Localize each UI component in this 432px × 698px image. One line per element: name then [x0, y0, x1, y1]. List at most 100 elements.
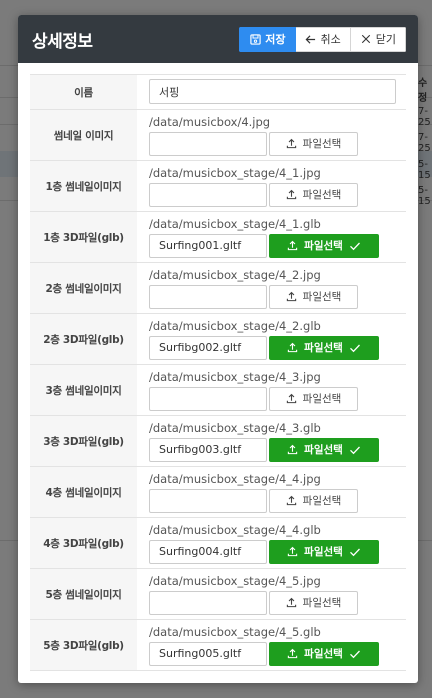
file-row: 1층 썸네일이미지/data/musicbox_stage/4_1.jpg 파일선… — [30, 160, 406, 212]
file-field-cell: /data/musicbox_stage/4_5.glb Surfing005.g… — [137, 619, 406, 671]
check-icon — [349, 546, 361, 558]
file-name-field[interactable]: Surfing004.gltf — [149, 539, 267, 564]
file-row-label: 3층 썸네일이미지 — [30, 364, 137, 416]
file-field-cell: /data/musicbox_stage/4_5.jpg 파일선택 — [137, 568, 406, 620]
file-row: 썸네일 이미지/data/musicbox/4.jpg 파일선택 — [30, 109, 406, 161]
file-field-cell: /data/musicbox_stage/4_4.glb Surfing004.g… — [137, 517, 406, 569]
file-row: 4층 3D파일(glb)/data/musicbox_stage/4_4.glb… — [30, 517, 406, 569]
close-button-label: 닫기 — [375, 33, 396, 46]
file-select-button[interactable]: 파일선택 — [269, 437, 379, 462]
upload-icon — [287, 648, 298, 659]
file-select-button[interactable]: 파일선택 — [269, 131, 358, 156]
upload-icon — [286, 291, 297, 302]
name-label: 이름 — [30, 74, 137, 110]
bg-cell: 5-15 — [418, 185, 431, 207]
file-field-cell: /data/musicbox_stage/4_1.glb Surfing001.g… — [137, 211, 406, 263]
name-field-cell: 서핑 — [137, 74, 406, 110]
file-input-group: 파일선택 — [149, 284, 406, 309]
file-select-label: 파일선택 — [302, 393, 342, 405]
file-name-field[interactable]: Surfibg002.gltf — [149, 335, 267, 360]
file-select-button[interactable]: 파일선택 — [269, 539, 379, 564]
close-icon — [360, 33, 372, 45]
file-field-cell: /data/musicbox_stage/4_3.jpg 파일선택 — [137, 364, 406, 416]
file-path: /data/musicbox_stage/4_1.glb — [149, 216, 321, 231]
modal-body: 이름 서핑 썸네일 이미지/data/musicbox/4.jpg 파일선택 1층 … — [18, 63, 418, 671]
file-path: /data/musicbox_stage/4_2.glb — [149, 318, 321, 333]
file-name-field[interactable] — [149, 131, 267, 156]
file-path: /data/musicbox_stage/4_3.glb — [149, 420, 321, 435]
cancel-button[interactable]: 취소 — [295, 26, 351, 52]
upload-icon — [286, 495, 297, 506]
file-select-button[interactable]: 파일선택 — [269, 182, 358, 207]
file-select-label: 파일선택 — [304, 546, 343, 558]
file-select-button[interactable]: 파일선택 — [269, 335, 379, 360]
file-name-field[interactable] — [149, 284, 267, 309]
file-path: /data/musicbox/4.jpg — [149, 114, 271, 129]
file-name-field[interactable] — [149, 488, 267, 513]
file-input-group: Surfibg002.gltf 파일선택 — [149, 335, 406, 360]
file-row-label: 5층 썸네일이미지 — [30, 568, 137, 620]
upload-icon — [287, 444, 298, 455]
file-row: 5층 3D파일(glb)/data/musicbox_stage/4_5.glb… — [30, 619, 406, 671]
check-icon — [349, 342, 361, 354]
file-row-label: 2층 3D파일(glb) — [30, 313, 137, 365]
file-select-button[interactable]: 파일선택 — [269, 590, 358, 615]
name-row: 이름 서핑 — [30, 74, 406, 110]
upload-icon — [286, 597, 297, 608]
file-row-label: 1층 썸네일이미지 — [30, 160, 137, 212]
check-icon — [349, 444, 361, 456]
upload-icon — [287, 240, 298, 251]
file-path: /data/musicbox_stage/4_4.jpg — [149, 471, 321, 486]
file-name-field[interactable] — [149, 182, 267, 207]
detail-modal: 상세정보 저장 취소 닫기 이름 서핑 썸네일 이미지 /data/musicb… — [18, 15, 418, 683]
check-icon — [349, 240, 361, 252]
file-name-field[interactable] — [149, 590, 267, 615]
file-field-cell: /data/musicbox/4.jpg 파일선택 — [137, 109, 406, 161]
check-icon — [349, 648, 361, 660]
save-button[interactable]: 저장 — [239, 26, 296, 52]
file-input-group: Surfibg003.gltf 파일선택 — [149, 437, 406, 462]
file-field-cell: /data/musicbox_stage/4_2.jpg 파일선택 — [137, 262, 406, 314]
upload-icon — [286, 189, 297, 200]
upload-icon — [286, 393, 297, 404]
file-select-button[interactable]: 파일선택 — [269, 641, 379, 666]
upload-icon — [286, 138, 297, 149]
upload-icon — [287, 342, 298, 353]
file-row: 3층 썸네일이미지/data/musicbox_stage/4_3.jpg 파일선… — [30, 364, 406, 416]
bg-column-header: 수정 — [418, 78, 428, 104]
file-select-label: 파일선택 — [302, 495, 342, 507]
file-name-field[interactable] — [149, 386, 267, 411]
file-row-label: 4층 3D파일(glb) — [30, 517, 137, 569]
file-select-button[interactable]: 파일선택 — [269, 284, 358, 309]
file-row-label: 4층 썸네일이미지 — [30, 466, 137, 518]
file-row-label: 썸네일 이미지 — [30, 109, 137, 161]
header-button-group: 저장 취소 닫기 — [239, 26, 406, 52]
close-button[interactable]: 닫기 — [350, 26, 406, 52]
cancel-button-label: 취소 — [320, 33, 341, 46]
file-select-label: 파일선택 — [304, 240, 343, 252]
bg-cell: 5-15 — [418, 159, 431, 181]
file-input-group: 파일선택 — [149, 131, 406, 156]
file-name-field[interactable]: Surfibg003.gltf — [149, 437, 267, 462]
save-icon — [249, 33, 261, 45]
file-input-group: 파일선택 — [149, 590, 406, 615]
file-select-label: 파일선택 — [304, 444, 343, 456]
upload-icon — [287, 546, 298, 557]
file-input-group: 파일선택 — [149, 182, 406, 207]
file-row: 2층 썸네일이미지/data/musicbox_stage/4_2.jpg 파일선… — [30, 262, 406, 314]
file-select-button[interactable]: 파일선택 — [269, 386, 358, 411]
name-input[interactable]: 서핑 — [149, 79, 396, 104]
file-path: /data/musicbox_stage/4_5.glb — [149, 624, 321, 639]
file-select-button[interactable]: 파일선택 — [269, 233, 379, 258]
file-name-field[interactable]: Surfing001.gltf — [149, 233, 267, 258]
file-select-label: 파일선택 — [302, 189, 342, 201]
file-input-group: Surfing001.gltf 파일선택 — [149, 233, 406, 258]
file-name-field[interactable]: Surfing005.gltf — [149, 641, 267, 666]
file-input-group: 파일선택 — [149, 386, 406, 411]
file-select-button[interactable]: 파일선택 — [269, 488, 358, 513]
bg-cell: 7-25 — [418, 132, 431, 154]
file-select-label: 파일선택 — [304, 648, 343, 660]
file-path: /data/musicbox_stage/4_3.jpg — [149, 369, 321, 384]
file-row: 2층 3D파일(glb) /data/musicbox_stage/4_2.glb… — [30, 313, 406, 365]
file-row: 4층 썸네일이미지/data/musicbox_stage/4_4.jpg 파일선… — [30, 466, 406, 518]
